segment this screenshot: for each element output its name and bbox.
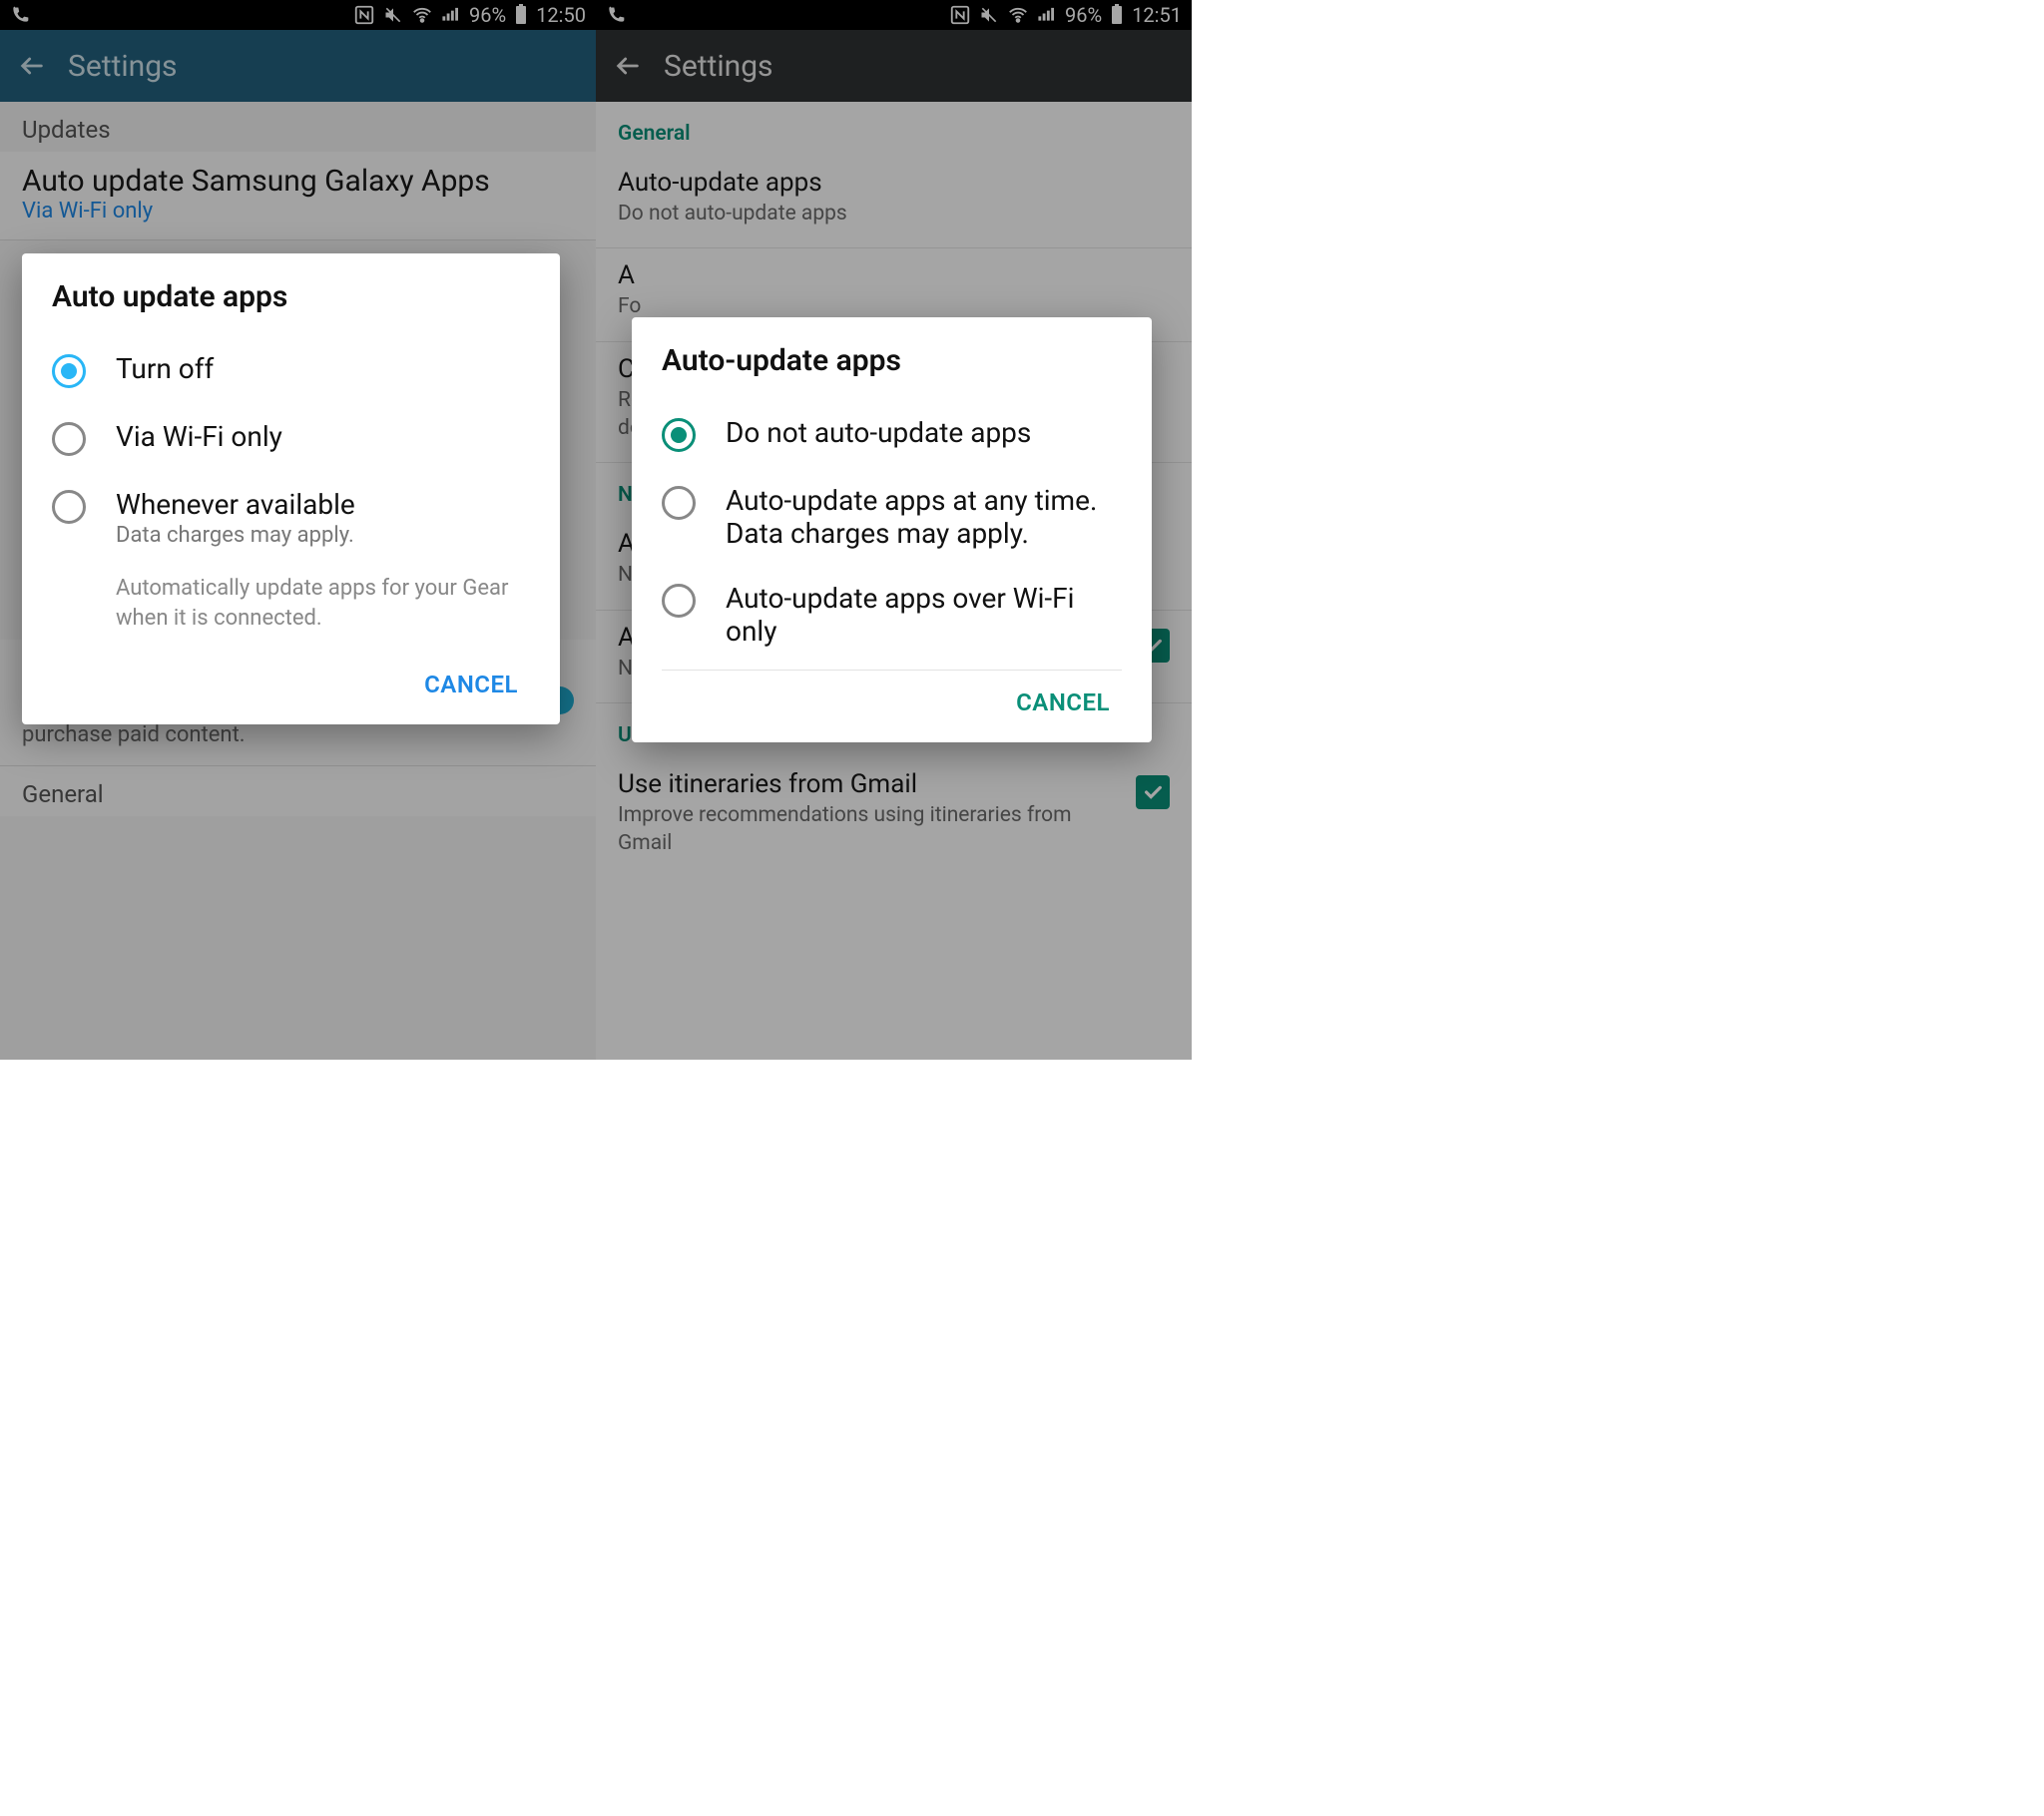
dialog-auto-update: Auto-update apps Do not auto-update apps… <box>632 317 1152 742</box>
radio-icon <box>662 584 696 618</box>
option-wifi-only[interactable]: Auto-update apps over Wi-Fi only <box>662 566 1122 664</box>
cancel-button[interactable]: CANCEL <box>1004 681 1122 724</box>
option-any-time[interactable]: Auto-update apps at any time. Data charg… <box>662 468 1122 566</box>
option-label: Via Wi-Fi only <box>116 420 282 453</box>
dialog-title: Auto update apps <box>52 279 530 314</box>
option-label: Turn off <box>116 352 214 385</box>
option-label: Auto-update apps over Wi-Fi only <box>726 582 1122 648</box>
option-whenever[interactable]: Whenever available Data charges may appl… <box>52 472 530 564</box>
option-wifi-only[interactable]: Via Wi-Fi only <box>52 404 530 472</box>
radio-icon <box>52 354 86 388</box>
dialog-title: Auto-update apps <box>662 343 1122 378</box>
option-sub: Data charges may apply. <box>116 523 355 548</box>
option-turn-off[interactable]: Turn off <box>52 336 530 404</box>
radio-icon <box>52 490 86 524</box>
dialog-footnote: Automatically update apps for your Gear … <box>116 574 530 633</box>
dialog-auto-update: Auto update apps Turn off Via Wi-Fi only… <box>22 253 560 724</box>
option-do-not-update[interactable]: Do not auto-update apps <box>662 400 1122 468</box>
cancel-button[interactable]: CANCEL <box>412 663 530 706</box>
option-label: Whenever available <box>116 488 355 521</box>
radio-icon <box>662 486 696 520</box>
radio-icon <box>662 418 696 452</box>
radio-icon <box>52 422 86 456</box>
option-label: Do not auto-update apps <box>726 416 1031 449</box>
option-label: Auto-update apps at any time. Data charg… <box>726 484 1122 550</box>
